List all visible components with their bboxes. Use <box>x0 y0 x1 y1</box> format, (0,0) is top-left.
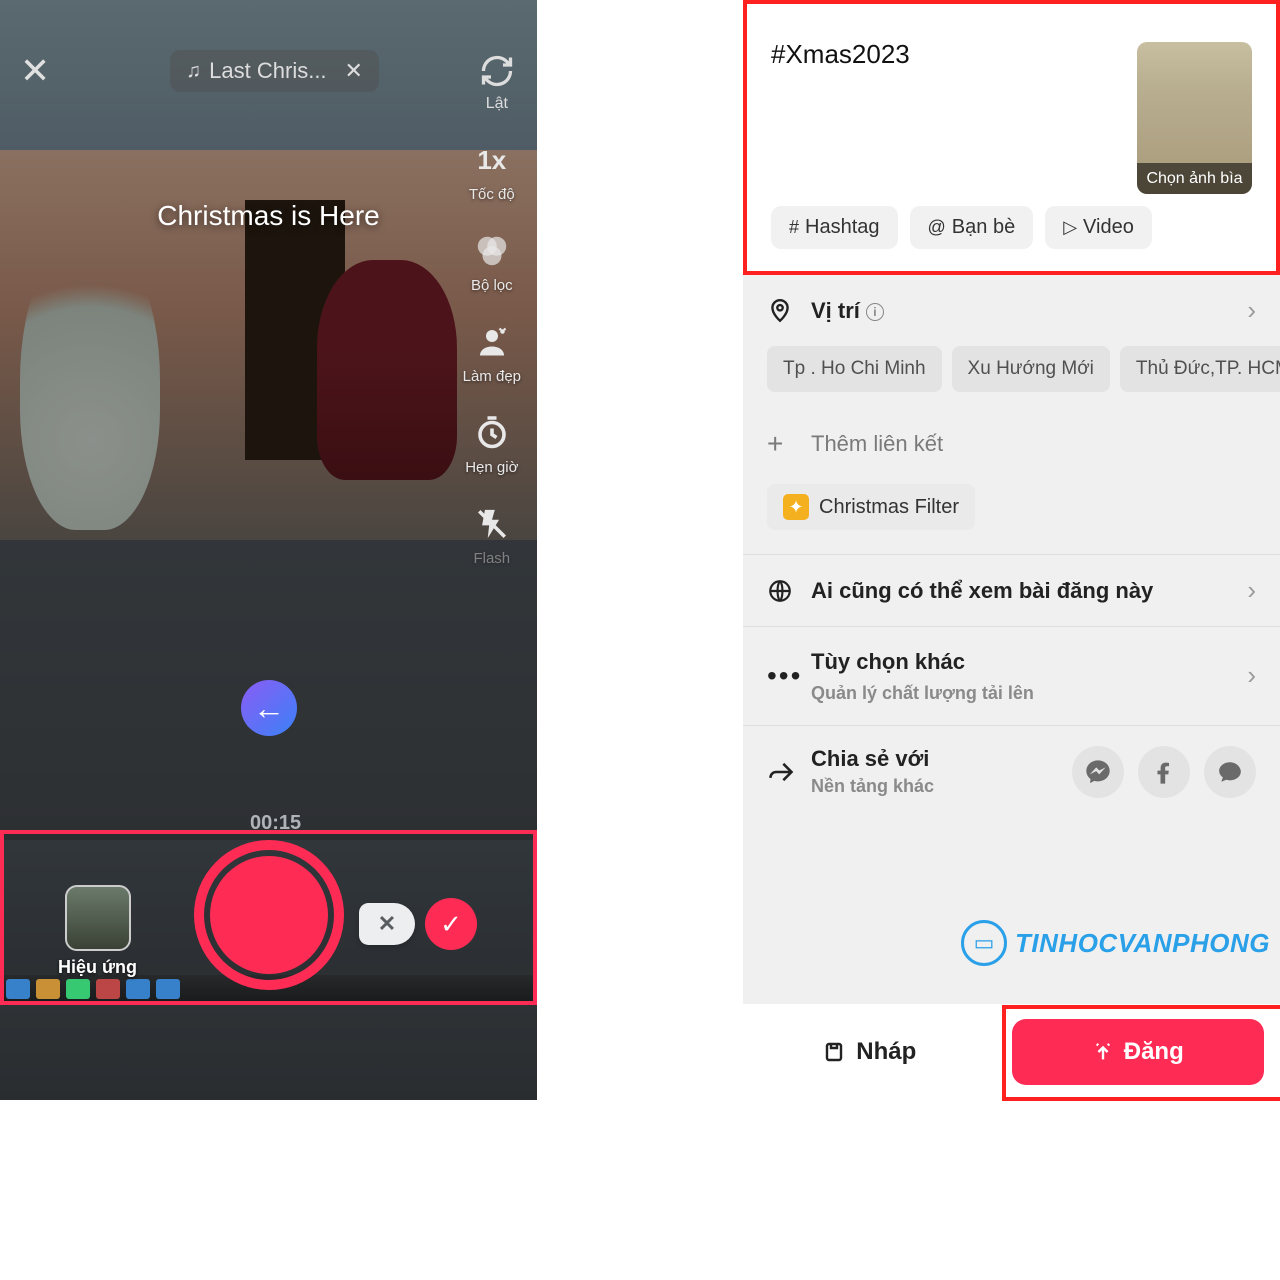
post-button[interactable]: Đăng <box>1012 1019 1265 1085</box>
record-dot-icon <box>210 856 328 974</box>
watermark-logo-icon: ▭ <box>961 920 1007 966</box>
chevron-right-icon: › <box>1247 660 1256 691</box>
filter-tool[interactable]: Bộ lọc <box>471 231 513 294</box>
cover-label: Chọn ảnh bìa <box>1137 163 1252 194</box>
mention-chip[interactable]: @Bạn bè <box>910 206 1034 249</box>
filter-icon <box>472 231 512 271</box>
record-button[interactable] <box>194 840 344 990</box>
timer-icon <box>472 413 512 453</box>
effects-thumbnail <box>65 885 131 951</box>
camera-top-bar: ✕ ♫ Last Chris... ✕ <box>0 50 537 92</box>
privacy-row[interactable]: Ai cũng có thể xem bài đăng này › <box>743 555 1280 626</box>
draft-button[interactable]: Nháp <box>743 1020 996 1084</box>
ellipsis-icon: ••• <box>767 660 797 692</box>
delete-clip-button[interactable]: ✕ <box>359 903 415 945</box>
template-overlay-text: Christmas is Here <box>157 200 379 232</box>
info-icon: i <box>866 303 884 321</box>
draft-icon <box>822 1040 846 1064</box>
location-row[interactable]: Vị tríi › <box>743 275 1280 346</box>
more-options-row[interactable]: ••• Tùy chọn khác Quản lý chất lượng tải… <box>743 627 1280 725</box>
music-clear-icon[interactable]: ✕ <box>345 58 363 84</box>
plus-icon: + <box>767 428 797 460</box>
sparkle-icon: ✦ <box>783 494 809 520</box>
chevron-right-icon: › <box>1247 575 1256 606</box>
messenger-icon[interactable] <box>1072 746 1124 798</box>
chat-icon[interactable] <box>1204 746 1256 798</box>
location-suggestions: Tp . Ho Chi Minh Xu Hướng Mới Thủ Đức,TP… <box>743 346 1280 410</box>
hashtag-chip[interactable]: #Hashtag <box>771 206 898 249</box>
post-screen: #Xmas2023 Chọn ảnh bìa #Hashtag @Bạn bè … <box>743 0 1280 1100</box>
bottom-actions: Nháp Đăng <box>743 1004 1280 1100</box>
share-row: Chia sẻ với Nền tảng khác <box>743 726 1280 808</box>
scene-tree <box>20 230 160 530</box>
check-icon: ✓ <box>440 909 462 940</box>
facebook-icon[interactable] <box>1138 746 1190 798</box>
at-icon: @ <box>928 217 946 238</box>
cover-thumbnail[interactable]: Chọn ảnh bìa <box>1137 42 1252 194</box>
location-chip[interactable]: Tp . Ho Chi Minh <box>767 346 942 392</box>
music-title: Last Chris... <box>209 58 326 84</box>
x-icon: ✕ <box>378 911 396 937</box>
caption-chips: #Hashtag @Bạn bè ▷Video <box>771 206 1152 249</box>
beauty-tool[interactable]: Làm đẹp <box>463 322 521 385</box>
gutter <box>537 0 743 1280</box>
video-chip[interactable]: ▷Video <box>1045 206 1152 249</box>
sparkle-up-icon <box>1092 1041 1114 1063</box>
camera-record-screen: Christmas is Here ✕ ♫ Last Chris... ✕ Lậ… <box>0 0 537 1100</box>
flip-camera-icon[interactable] <box>477 51 517 91</box>
scene-santa <box>317 260 457 480</box>
hash-icon: # <box>789 217 799 238</box>
back-button[interactable]: ← <box>241 680 297 736</box>
confirm-button[interactable]: ✓ <box>425 898 477 950</box>
share-arrow-icon <box>767 758 797 786</box>
flip-label: Lật <box>486 95 508 113</box>
music-picker[interactable]: ♫ Last Chris... ✕ <box>170 50 379 92</box>
beauty-icon <box>472 322 512 362</box>
timer-tool[interactable]: Hẹn giờ <box>465 413 518 476</box>
location-chip[interactable]: Thủ Đức,TP. HCM <box>1120 346 1280 392</box>
speed-icon: 1x <box>472 140 512 180</box>
speed-tool[interactable]: 1x Tốc độ <box>469 140 515 203</box>
applied-filter-badge[interactable]: ✦ Christmas Filter <box>767 484 975 530</box>
location-pin-icon <box>767 298 797 324</box>
play-circle-icon: ▷ <box>1063 217 1077 238</box>
watermark: ▭ TINHOCVANPHONG <box>961 920 1270 966</box>
effects-button[interactable]: Hiệu ứng <box>58 885 137 978</box>
flash-off-icon <box>472 504 512 544</box>
caption-area-highlight: #Xmas2023 Chọn ảnh bìa #Hashtag @Bạn bè … <box>743 0 1280 275</box>
music-note-icon: ♫ <box>186 60 201 83</box>
chevron-right-icon: › <box>1247 295 1256 326</box>
add-link-row[interactable]: + Thêm liên kết <box>743 410 1280 478</box>
globe-icon <box>767 578 797 604</box>
location-chip[interactable]: Xu Hướng Mới <box>952 346 1110 392</box>
camera-side-tools: 1x Tốc độ Bộ lọc Làm đẹp Hẹn giờ <box>463 140 521 567</box>
close-icon[interactable]: ✕ <box>20 50 50 92</box>
